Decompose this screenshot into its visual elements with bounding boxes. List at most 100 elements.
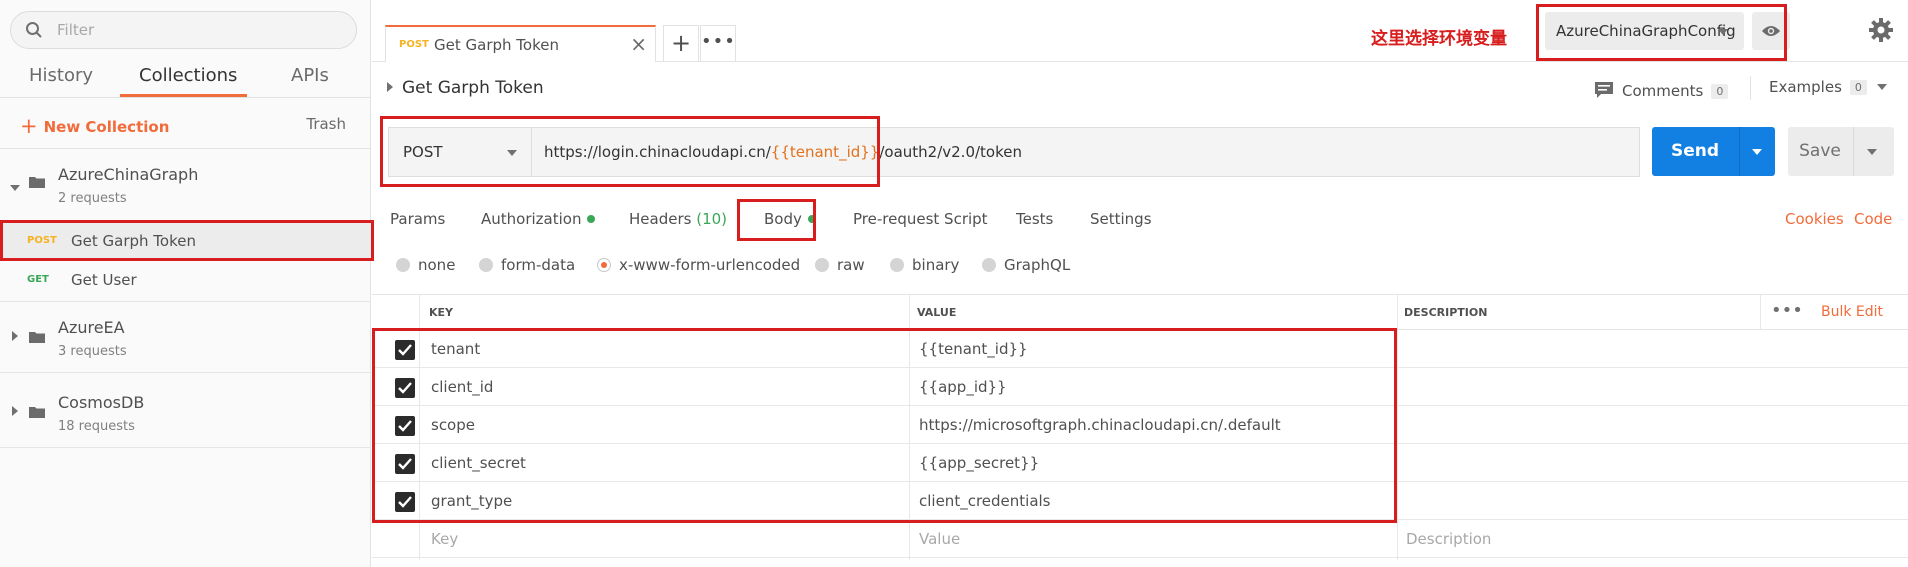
new-value-placeholder[interactable]: Value — [919, 530, 960, 548]
new-collection-label: New Collection — [43, 118, 170, 136]
cookies-link[interactable]: Cookies — [1785, 210, 1844, 228]
column-description: DESCRIPTION — [1404, 306, 1488, 319]
collection-item[interactable]: AzureEA 3 requests — [0, 303, 371, 373]
collection-item[interactable]: AzureChinaGraph 2 requests — [0, 150, 371, 220]
checkbox-icon[interactable] — [395, 340, 415, 360]
annotation-text: 这里选择环境变量 — [1371, 29, 1507, 49]
url-input[interactable]: https://login.chinacloudapi.cn/{{tenant_… — [531, 127, 1640, 177]
search-input[interactable]: Filter — [10, 11, 357, 49]
new-description-placeholder[interactable]: Description — [1406, 530, 1491, 548]
body-type-options: none form-data x-www-form-urlencoded raw… — [372, 252, 1908, 282]
row-key[interactable]: client_id — [431, 378, 493, 396]
radio-x-www-form-urlencoded[interactable]: x-www-form-urlencoded — [597, 256, 800, 274]
checkbox-icon[interactable] — [395, 378, 415, 398]
request-item-get-user[interactable]: GET Get User — [0, 262, 371, 302]
open-request-tab[interactable]: POST Get Garph Token × — [385, 25, 656, 62]
column-key: KEY — [429, 306, 454, 319]
column-divider — [1397, 294, 1398, 560]
close-icon[interactable]: × — [630, 32, 647, 56]
row-key[interactable]: grant_type — [431, 492, 512, 510]
chevron-down-icon[interactable] — [1752, 149, 1762, 155]
checkbox-icon[interactable] — [395, 416, 415, 436]
table-row[interactable]: client_id {{app_id}} — [372, 368, 1908, 406]
new-key-placeholder[interactable]: Key — [431, 530, 458, 548]
url-suffix: /oauth2/v2.0/token — [879, 143, 1022, 161]
tab-apis[interactable]: APIs — [291, 65, 329, 86]
radio-selected-icon — [597, 258, 611, 272]
request-item-get-garph-token[interactable]: POST Get Garph Token — [0, 223, 371, 261]
table-row[interactable]: scope https://microsoftgraph.chinaclouda… — [372, 406, 1908, 444]
bulk-edit-link[interactable]: Bulk Edit — [1821, 304, 1883, 320]
tab-more-button[interactable]: ••• — [700, 25, 736, 61]
table-row[interactable]: grant_type client_credentials — [372, 482, 1908, 520]
method-select[interactable]: POST — [388, 127, 531, 177]
divider — [1750, 76, 1751, 100]
row-key[interactable]: scope — [431, 416, 475, 434]
examples-button[interactable]: Examples 0 — [1769, 78, 1887, 96]
tab-authorization[interactable]: Authorization — [481, 210, 596, 228]
caret-down-icon[interactable] — [10, 185, 20, 191]
row-value[interactable]: client_credentials — [919, 492, 1051, 510]
row-value[interactable]: {{tenant_id}} — [919, 340, 1028, 358]
tab-headers[interactable]: Headers (10) — [629, 210, 727, 228]
url-variable: {{tenant_id}} — [770, 143, 880, 161]
tab-params[interactable]: Params — [390, 210, 445, 228]
tab-authorization-label: Authorization — [481, 210, 582, 228]
new-collection-button[interactable]: + New Collection — [20, 113, 170, 138]
radio-graphql[interactable]: GraphQL — [982, 256, 1070, 274]
row-value[interactable]: {{app_secret}} — [919, 454, 1039, 472]
radio-none[interactable]: none — [396, 256, 455, 274]
radio-binary[interactable]: binary — [890, 256, 959, 274]
caret-right-icon — [387, 82, 393, 92]
caret-right-icon[interactable] — [12, 331, 18, 341]
row-value[interactable]: {{app_id}} — [919, 378, 1007, 396]
examples-label: Examples — [1769, 78, 1842, 96]
status-dot — [587, 215, 596, 223]
collection-item[interactable]: CosmosDB 18 requests — [0, 378, 371, 448]
tab-body[interactable]: Body — [764, 210, 816, 228]
gear-icon[interactable] — [1866, 15, 1896, 45]
tab-settings[interactable]: Settings — [1090, 210, 1152, 228]
environment-quick-look-button[interactable] — [1752, 12, 1790, 50]
checkbox-icon[interactable] — [395, 454, 415, 474]
column-divider — [909, 294, 910, 560]
eye-icon — [1762, 26, 1780, 36]
row-key[interactable]: tenant — [431, 340, 480, 358]
tab-tests[interactable]: Tests — [1016, 210, 1053, 228]
column-divider — [419, 294, 420, 560]
new-tab-button[interactable]: + — [663, 25, 699, 61]
environment-select[interactable]: AzureChinaGraphConfig — [1545, 12, 1744, 50]
chevron-down-icon[interactable] — [1867, 149, 1877, 155]
comments-button[interactable]: Comments 0 — [1594, 78, 1729, 100]
save-label: Save — [1799, 141, 1841, 161]
tab-pre-request-script[interactable]: Pre-request Script — [853, 210, 988, 228]
table-row-new[interactable]: Key Value Description — [372, 520, 1908, 558]
main-panel: POST Get Garph Token × + ••• 这里选择环境变量 Az… — [372, 0, 1908, 567]
tab-method: POST — [399, 39, 429, 50]
save-button[interactable]: Save — [1788, 127, 1894, 176]
radio-icon — [982, 258, 996, 272]
row-value[interactable]: https://microsoftgraph.chinacloudapi.cn/… — [919, 416, 1281, 434]
divider — [1853, 127, 1854, 176]
caret-right-icon[interactable] — [12, 406, 18, 416]
table-header: KEY VALUE DESCRIPTION ••• Bulk Edit — [372, 294, 1908, 330]
url-text: https://login.chinacloudapi.cn/{{tenant_… — [544, 143, 1022, 161]
collection-name: AzureEA — [58, 318, 125, 337]
trash-button[interactable]: Trash — [306, 115, 346, 133]
table-row[interactable]: tenant {{tenant_id}} — [372, 330, 1908, 368]
send-button[interactable]: Send — [1652, 127, 1775, 176]
table-row[interactable]: client_secret {{app_secret}} — [372, 444, 1908, 482]
request-title[interactable]: Get Garph Token — [387, 78, 544, 98]
more-icon[interactable]: ••• — [1771, 300, 1803, 321]
tab-history[interactable]: History — [29, 65, 93, 86]
row-key[interactable]: client_secret — [431, 454, 526, 472]
checkbox-icon[interactable] — [395, 492, 415, 512]
radio-form-data[interactable]: form-data — [479, 256, 575, 274]
code-link[interactable]: Code — [1854, 210, 1892, 228]
collection-count: 3 requests — [58, 344, 127, 359]
chevron-down-icon — [1718, 29, 1728, 35]
collection-name: CosmosDB — [58, 393, 145, 412]
search-placeholder: Filter — [57, 21, 95, 39]
tab-collections[interactable]: Collections — [139, 65, 237, 86]
radio-raw[interactable]: raw — [815, 256, 865, 274]
